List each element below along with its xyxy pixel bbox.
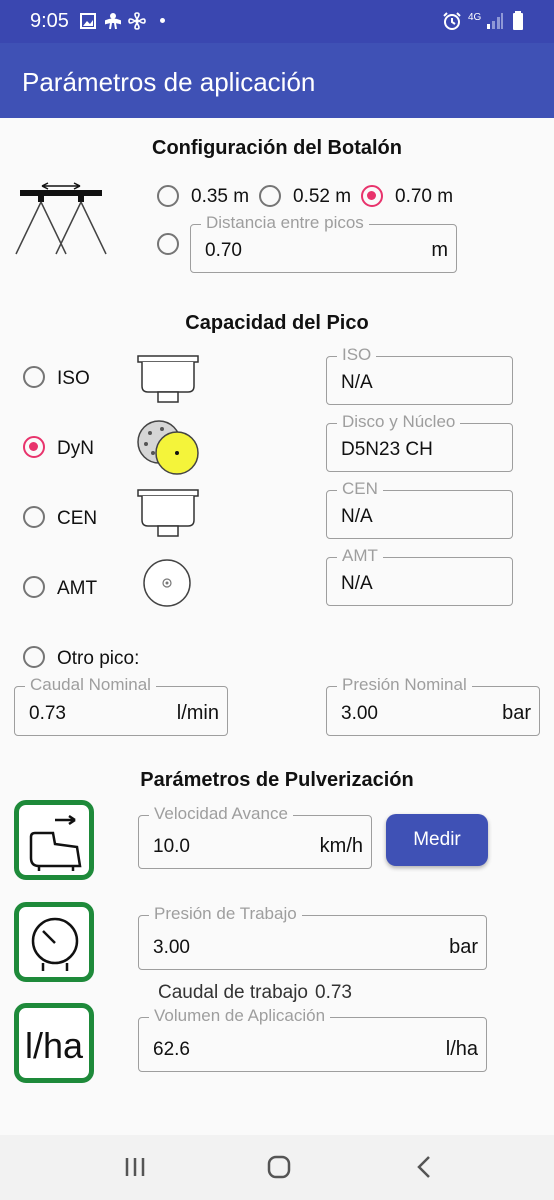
nominal-pressure-value: 3.00 bbox=[341, 703, 378, 724]
nozzle-amt-label: AMT bbox=[57, 578, 98, 599]
volume-icon-text: l/ha bbox=[24, 1025, 84, 1066]
disc-core-field[interactable]: Disco y Núcleo D5N23 CH bbox=[326, 412, 513, 472]
status-bar: 9:05 4G bbox=[0, 0, 554, 43]
fan-icon bbox=[128, 12, 146, 30]
iso-field-label: ISO bbox=[337, 345, 377, 365]
app-bar: Parámetros de aplicación bbox=[0, 43, 554, 118]
gauge-box bbox=[14, 902, 94, 982]
boom-diagram-icon bbox=[15, 182, 107, 255]
volume-box: l/ha bbox=[14, 1003, 94, 1083]
boom-option-052-label: 0.52 m bbox=[293, 186, 352, 207]
speed-value: 10.0 bbox=[153, 836, 190, 857]
application-volume-unit: l/ha bbox=[445, 1038, 478, 1060]
nozzle-distance-field[interactable]: Distancia entre picos 0.70 m bbox=[190, 213, 457, 273]
nozzle-radio-amt[interactable] bbox=[23, 576, 45, 598]
work-flow-label: Caudal de trabajo bbox=[158, 982, 308, 1003]
signal-icon bbox=[487, 13, 503, 29]
cen-field[interactable]: CEN N/A bbox=[326, 479, 513, 539]
disc-core-field-label: Disco y Núcleo bbox=[337, 412, 461, 432]
nozzle-dyn-label: DyN bbox=[57, 438, 94, 459]
back-icon[interactable] bbox=[414, 1155, 434, 1179]
spray-section-title: Parámetros de Pulverización bbox=[140, 769, 414, 791]
nozzle-radio-other[interactable] bbox=[23, 646, 45, 668]
cen-field-value: N/A bbox=[341, 506, 373, 527]
application-volume-field[interactable]: Volumen de Aplicación 62.6 l/ha bbox=[138, 1006, 487, 1072]
application-volume-value: 62.6 bbox=[153, 1039, 190, 1060]
nominal-flow-value: 0.73 bbox=[29, 703, 66, 724]
nozzle-distance-value: 0.70 bbox=[205, 240, 242, 261]
status-time: 9:05 bbox=[30, 10, 69, 32]
boom-radio-052[interactable] bbox=[259, 185, 281, 207]
page-title: Parámetros de aplicación bbox=[22, 67, 316, 97]
nozzle-section-title: Capacidad del Pico bbox=[185, 312, 369, 334]
cen-field-label: CEN bbox=[337, 479, 383, 499]
work-pressure-value: 3.00 bbox=[153, 937, 190, 958]
tractor-icon bbox=[29, 814, 82, 871]
nozzle-distance-unit: m bbox=[431, 239, 448, 261]
nozzle-cen-label: CEN bbox=[57, 508, 98, 529]
cen-nozzle-icon bbox=[137, 489, 199, 537]
boom-section-title: Configuración del Botalón bbox=[152, 137, 402, 159]
image-icon bbox=[80, 13, 96, 29]
nominal-pressure-label: Presión Nominal bbox=[337, 675, 472, 695]
work-pressure-unit: bar bbox=[449, 936, 478, 958]
nozzle-iso-label: ISO bbox=[57, 368, 90, 389]
amt-field-label: AMT bbox=[337, 546, 383, 566]
boom-option-035-label: 0.35 m bbox=[191, 186, 250, 207]
tractor-box bbox=[14, 800, 94, 880]
boom-radio-070[interactable] bbox=[361, 185, 383, 207]
boom-option-070-label: 0.70 m bbox=[395, 186, 454, 207]
amt-field[interactable]: AMT N/A bbox=[326, 546, 513, 606]
iso-nozzle-icon bbox=[137, 355, 199, 403]
application-volume-label: Volumen de Aplicación bbox=[149, 1006, 331, 1026]
iso-field-value: N/A bbox=[341, 372, 373, 393]
boom-radio-custom[interactable] bbox=[157, 233, 179, 255]
measure-button[interactable]: Medir bbox=[386, 814, 488, 866]
amt-field-value: N/A bbox=[341, 573, 373, 594]
network-label: 4G bbox=[468, 12, 482, 23]
disc-core-nozzle-icon bbox=[137, 420, 199, 475]
notification-dot bbox=[160, 18, 165, 23]
nozzle-radio-dyn[interactable] bbox=[23, 436, 45, 458]
boom-radio-035[interactable] bbox=[157, 185, 179, 207]
work-pressure-field[interactable]: Presión de Trabajo 3.00 bar bbox=[138, 904, 487, 970]
nominal-flow-field[interactable]: Caudal Nominal 0.73 l/min bbox=[14, 675, 228, 736]
work-flow-value: 0.73 bbox=[315, 982, 352, 1003]
speed-label: Velocidad Avance bbox=[149, 804, 293, 824]
work-pressure-label: Presión de Trabajo bbox=[149, 904, 302, 924]
iso-field[interactable]: ISO N/A bbox=[326, 345, 513, 405]
speed-unit: km/h bbox=[319, 835, 363, 857]
pressure-gauge-icon bbox=[31, 917, 79, 971]
disc-core-field-value: D5N23 CH bbox=[341, 439, 433, 460]
speed-field[interactable]: Velocidad Avance 10.0 km/h bbox=[138, 804, 372, 869]
amt-nozzle-icon bbox=[143, 559, 191, 607]
other-nozzle-label: Otro pico: bbox=[57, 648, 140, 669]
accessibility-icon bbox=[105, 13, 121, 30]
recent-apps-icon[interactable] bbox=[124, 1156, 146, 1178]
home-icon[interactable] bbox=[267, 1155, 291, 1179]
battery-icon bbox=[513, 11, 523, 30]
nominal-flow-unit: l/min bbox=[176, 702, 219, 724]
nozzle-distance-label: Distancia entre picos bbox=[201, 213, 369, 233]
nozzle-radio-cen[interactable] bbox=[23, 506, 45, 528]
navigation-bar bbox=[0, 1135, 554, 1200]
nominal-pressure-unit: bar bbox=[502, 702, 531, 724]
alarm-icon bbox=[443, 12, 461, 30]
nominal-pressure-field[interactable]: Presión Nominal 3.00 bar bbox=[326, 675, 540, 736]
nominal-flow-label: Caudal Nominal bbox=[25, 675, 156, 695]
nozzle-radio-iso[interactable] bbox=[23, 366, 45, 388]
